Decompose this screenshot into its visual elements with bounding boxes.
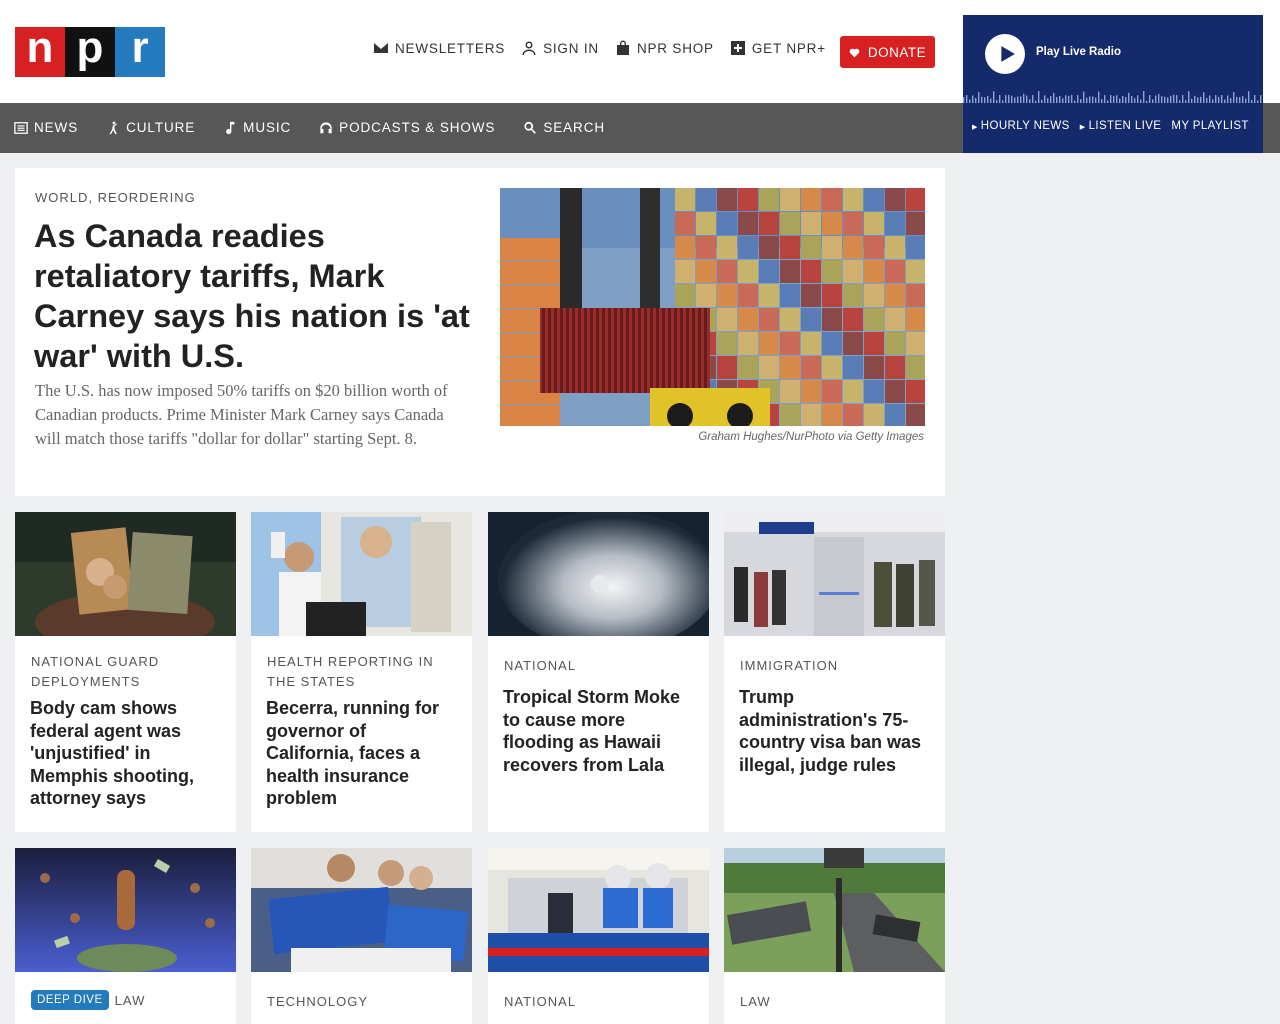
story-headline[interactable]: Body cam shows federal agent was 'unjust… — [30, 697, 222, 810]
my-playlist-link[interactable]: MY PLAYLIST — [1171, 120, 1248, 132]
speaker-at-mural-illustration — [251, 512, 472, 636]
story-kicker[interactable]: TECHNOLOGY — [267, 992, 457, 1012]
story-card[interactable]: NATIONAL — [488, 848, 709, 1024]
utility-links: NEWSLETTERS SIGN IN NPR SHOP GET NPR+ — [373, 40, 826, 56]
hero-headline[interactable]: As Canada readies retaliatory tariffs, M… — [34, 216, 474, 376]
storm-satellite-illustration — [488, 512, 709, 636]
story-thumbnail-airport-screening[interactable] — [724, 512, 945, 636]
bag-icon — [616, 40, 629, 55]
triangle-right-icon: ▶ — [1079, 124, 1086, 131]
story-kicker[interactable]: NATIONAL — [504, 992, 694, 1012]
newsletters-label: NEWSLETTERS — [395, 40, 506, 56]
search-icon — [524, 121, 537, 134]
story-thumbnail-satellite-storm[interactable] — [488, 512, 709, 636]
get-npr-plus-label: GET NPR+ — [751, 40, 826, 56]
sign-in-link[interactable]: SIGN IN — [521, 40, 599, 56]
story-kicker[interactable]: NATIONAL GUARD DEPLOYMENTS — [31, 652, 221, 692]
heart-icon — [849, 48, 860, 57]
rally-signs-illustration — [251, 848, 472, 972]
npr-shop-link[interactable]: NPR SHOP — [615, 40, 714, 56]
nav-bar-edge — [1263, 103, 1280, 153]
story-headline[interactable]: Tropical Storm Moke to cause more floodi… — [503, 686, 695, 776]
listen-live-link[interactable]: ▶ LISTEN LIVE — [1080, 120, 1162, 132]
play-live-radio-label[interactable]: Play Live Radio — [1036, 46, 1121, 58]
airport-screening-illustration — [724, 512, 945, 636]
nav-music[interactable]: MUSIC — [223, 120, 291, 135]
story-thumbnail-road-traffic[interactable] — [724, 848, 945, 972]
hero-story: WORLD, REORDERING As Canada readies reta… — [15, 168, 945, 496]
story-thumbnail-press-conference[interactable] — [251, 512, 472, 636]
story-headline[interactable]: Becerra, running for governor of Califor… — [266, 697, 458, 810]
plus-square-icon — [730, 41, 745, 55]
hands-holding-photo-illustration — [15, 512, 236, 636]
nav-search-label: SEARCH — [543, 120, 606, 135]
story-card[interactable]: TECHNOLOGY — [251, 848, 472, 1024]
story-card[interactable]: LAW — [724, 848, 945, 1024]
money-figures-illustration — [15, 848, 236, 972]
story-card[interactable]: NATIONAL GUARD DEPLOYMENTS Body cam show… — [15, 512, 236, 832]
story-card[interactable]: HEALTH REPORTING IN THE STATES Becerra, … — [251, 512, 472, 832]
road-traffic-illustration — [724, 848, 945, 972]
story-kicker[interactable]: LAW — [740, 992, 930, 1012]
npr-shop-label: NPR SHOP — [636, 40, 714, 56]
listen-live-label: LISTEN LIVE — [1088, 120, 1162, 132]
nav-podcasts-label: PODCASTS & SHOWS — [339, 120, 496, 135]
story-kicker[interactable]: IMMIGRATION — [740, 656, 930, 676]
live-radio-player: Play Live Radio ▶ HOURLY NEWS ▶ LISTEN LIV… — [963, 15, 1263, 153]
newspaper-icon — [14, 121, 28, 134]
donate-button[interactable]: DONATE — [840, 36, 935, 68]
nav-culture[interactable]: CULTURE — [106, 120, 195, 135]
main-nav-bar: NEWS CULTURE MUSIC PODCASTS & SHOWS SEAR… — [0, 103, 963, 153]
donate-label: DONATE — [867, 44, 927, 60]
story-card[interactable]: NATIONAL Tropical Storm Moke to cause mo… — [488, 512, 709, 832]
play-button[interactable] — [985, 34, 1025, 74]
get-npr-plus-link[interactable]: GET NPR+ — [730, 40, 826, 56]
audio-waveform — [963, 91, 1262, 103]
triangle-right-icon: ▶ — [972, 124, 978, 131]
story-kicker[interactable]: LAW — [115, 993, 146, 1008]
logo-letter-n: n — [15, 26, 65, 77]
dancer-icon — [109, 121, 118, 134]
story-card[interactable]: IMMIGRATION Trump administration's 75-co… — [724, 512, 945, 832]
logo-letter-r: r — [115, 26, 165, 77]
story-card[interactable]: DEEP DIVE LAW — [15, 848, 236, 1024]
story-headline[interactable]: Trump administration's 75-country visa b… — [739, 686, 931, 776]
npr-logo[interactable]: n p r — [15, 26, 165, 77]
main-nav: NEWS CULTURE MUSIC PODCASTS & SHOWS SEAR… — [14, 120, 605, 135]
player-links: ▶ HOURLY NEWS ▶ LISTEN LIVE MY PLAYLIST — [972, 120, 1249, 132]
story-kicker[interactable]: NATIONAL — [504, 656, 694, 676]
newsletters-link[interactable]: NEWSLETTERS — [373, 40, 505, 56]
story-meta: DEEP DIVE LAW — [31, 990, 145, 1010]
deep-dive-badge[interactable]: DEEP DIVE — [31, 990, 109, 1010]
music-note-icon — [226, 121, 235, 134]
nav-culture-label: CULTURE — [126, 120, 196, 135]
nav-music-label: MUSIC — [243, 120, 292, 135]
headphones-icon — [320, 121, 332, 133]
logo-letter-p: p — [65, 26, 115, 77]
play-icon — [1000, 46, 1015, 62]
nav-news[interactable]: NEWS — [14, 120, 78, 135]
racing-helmets-illustration — [488, 848, 709, 972]
story-kicker[interactable]: HEALTH REPORTING IN THE STATES — [267, 652, 457, 692]
story-thumbnail-photo-frame[interactable] — [15, 512, 236, 636]
hero-image-shipping-containers[interactable] — [500, 188, 925, 426]
story-thumbnail-money-figures[interactable] — [15, 848, 236, 972]
hero-image-credit: Graham Hughes/NurPhoto via Getty Images — [698, 431, 924, 443]
story-thumbnail-billionaire-tax-rally[interactable] — [251, 848, 472, 972]
story-thumbnail-racing-event[interactable] — [488, 848, 709, 972]
nav-podcasts-shows[interactable]: PODCASTS & SHOWS — [319, 120, 495, 135]
nav-search[interactable]: SEARCH — [523, 120, 605, 135]
hero-teaser[interactable]: The U.S. has now imposed 50% tariffs on … — [35, 379, 465, 451]
sign-in-label: SIGN IN — [543, 40, 599, 56]
envelope-icon — [374, 43, 388, 53]
containers-illustration — [500, 188, 925, 426]
hourly-news-label: HOURLY NEWS — [980, 120, 1070, 132]
nav-news-label: NEWS — [34, 120, 79, 135]
user-icon — [522, 41, 536, 55]
hourly-news-link[interactable]: ▶ HOURLY NEWS — [972, 120, 1070, 132]
hero-kicker[interactable]: WORLD, REORDERING — [35, 190, 196, 205]
